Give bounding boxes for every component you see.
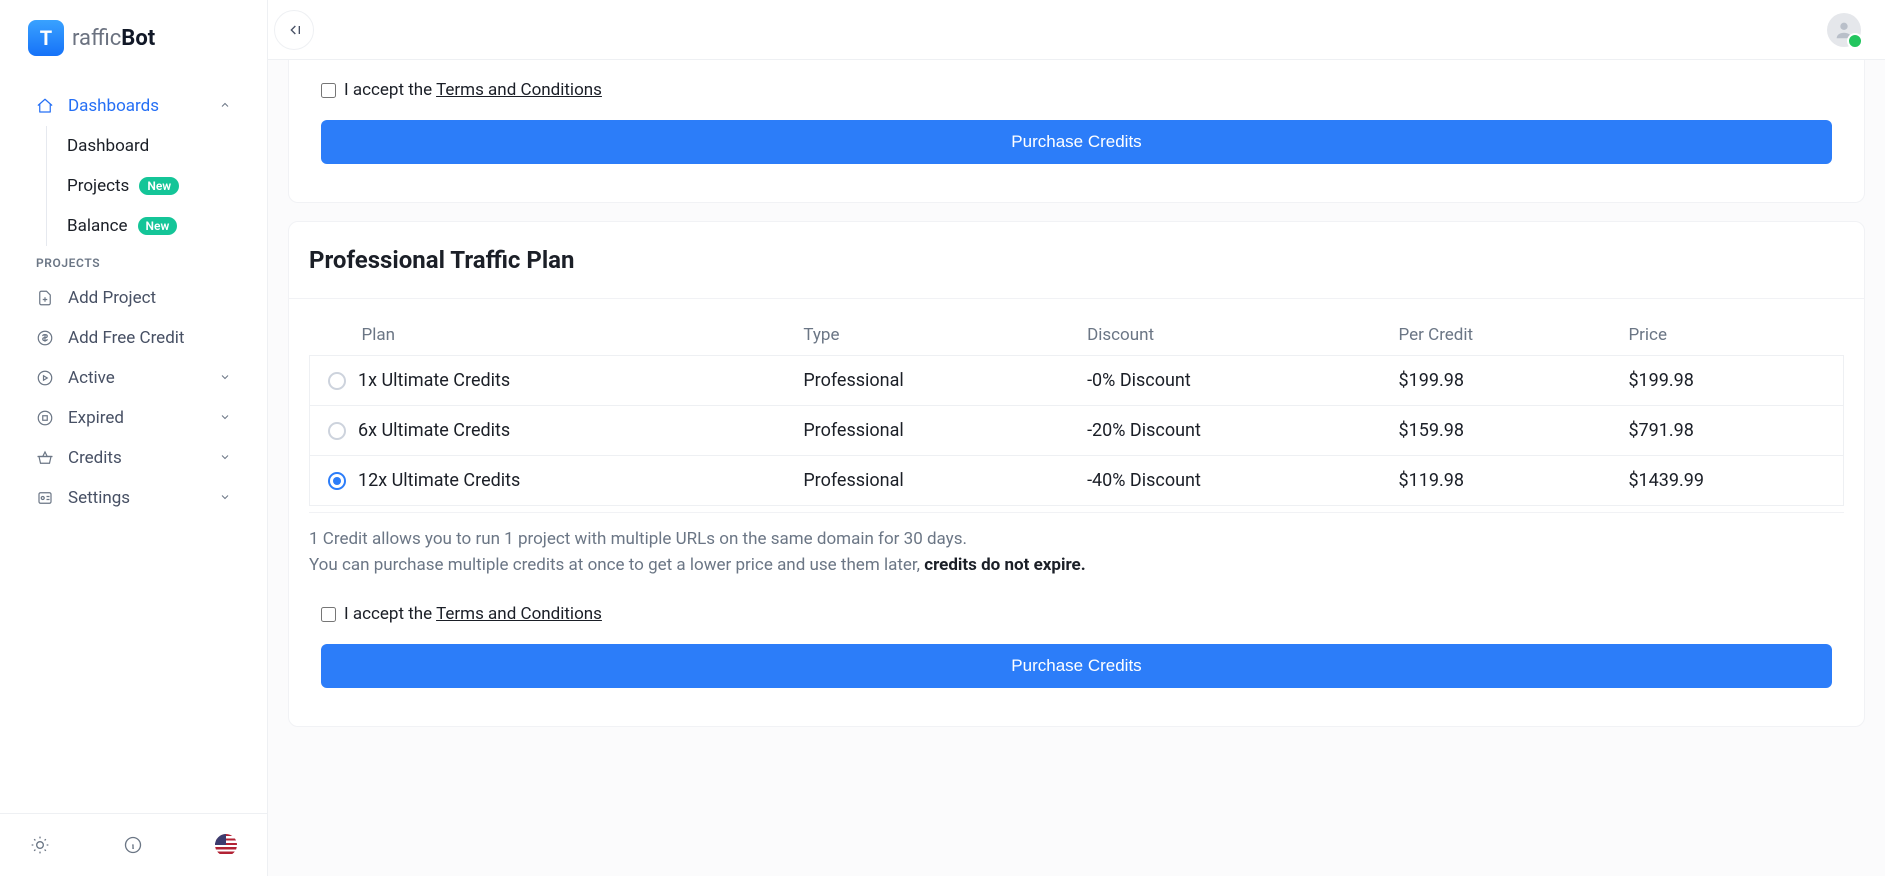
plan-discount: -0% Discount <box>1069 356 1380 406</box>
card-title: Professional Traffic Plan <box>289 222 1864 299</box>
sidebar-item-balance[interactable]: Balance New <box>47 206 267 246</box>
professional-plan-card: Professional Traffic Plan Plan Type Disc… <box>288 221 1865 727</box>
dollar-circle-icon <box>36 329 54 347</box>
plan-per-credit: $199.98 <box>1381 356 1611 406</box>
language-flag-icon[interactable] <box>215 834 237 856</box>
chevron-down-icon <box>219 491 231 506</box>
purchase-credits-button[interactable]: Purchase Credits <box>321 120 1832 164</box>
plan-name: 1x Ultimate Credits <box>358 370 510 391</box>
home-icon <box>36 97 54 115</box>
main-content: I accept the Terms and Conditions Purcha… <box>268 60 1885 876</box>
credit-info: 1 Credit allows you to run 1 project wit… <box>309 512 1844 584</box>
plan-row[interactable]: 12x Ultimate Credits Professional-40% Dis… <box>310 456 1844 506</box>
terms-accept-row[interactable]: I accept the Terms and Conditions <box>309 584 1844 644</box>
terms-checkbox[interactable] <box>321 83 336 98</box>
logo-badge: T <box>28 20 64 56</box>
user-avatar[interactable] <box>1827 13 1861 47</box>
plan-type: Professional <box>785 456 1069 506</box>
plan-per-credit: $119.98 <box>1381 456 1611 506</box>
new-badge: New <box>139 177 179 195</box>
sidebar-collapse-button[interactable] <box>274 10 314 50</box>
sidebar-item-expired[interactable]: Expired <box>0 398 267 438</box>
sidebar-item-projects[interactable]: Projects New <box>47 166 267 206</box>
nav-section-projects: PROJECTS <box>0 246 267 278</box>
plan-discount: -40% Discount <box>1069 456 1380 506</box>
terms-checkbox[interactable] <box>321 607 336 622</box>
col-price: Price <box>1610 319 1843 356</box>
plan-per-credit: $159.98 <box>1381 406 1611 456</box>
nav: Dashboards Dashboard Projects New Balanc… <box>0 76 267 813</box>
chevron-down-icon <box>219 411 231 426</box>
col-discount: Discount <box>1069 319 1380 356</box>
plan-radio[interactable] <box>328 372 346 390</box>
plan-price: $1439.99 <box>1610 456 1843 506</box>
sidebar-item-settings[interactable]: Settings <box>0 478 267 518</box>
plan-card-previous-tail: I accept the Terms and Conditions Purcha… <box>288 60 1865 203</box>
plan-price: $791.98 <box>1610 406 1843 456</box>
sidebar-item-dashboard[interactable]: Dashboard <box>47 126 267 166</box>
sidebar: T rafficBot Dashboards Dashboard Project… <box>0 0 268 876</box>
plan-row[interactable]: 6x Ultimate Credits Professional-20% Disc… <box>310 406 1844 456</box>
id-card-icon <box>36 489 54 507</box>
plan-row[interactable]: 1x Ultimate Credits Professional-0% Disco… <box>310 356 1844 406</box>
nav-dashboards-sub: Dashboard Projects New Balance New <box>46 126 267 246</box>
terms-link[interactable]: Terms and Conditions <box>436 80 602 100</box>
sidebar-footer <box>0 813 267 876</box>
plan-name: 12x Ultimate Credits <box>358 470 520 491</box>
chevron-down-icon <box>219 371 231 386</box>
plan-radio[interactable] <box>328 472 346 490</box>
new-badge: New <box>138 217 178 235</box>
sidebar-item-active[interactable]: Active <box>0 358 267 398</box>
chevron-up-icon <box>219 99 231 114</box>
sidebar-item-credits[interactable]: Credits <box>0 438 267 478</box>
plan-type: Professional <box>785 356 1069 406</box>
col-plan: Plan <box>310 319 786 356</box>
theme-toggle-icon[interactable] <box>30 835 50 855</box>
terms-link[interactable]: Terms and Conditions <box>436 604 602 624</box>
file-plus-icon <box>36 289 54 307</box>
col-per-credit: Per Credit <box>1381 319 1611 356</box>
sidebar-item-add-project[interactable]: Add Project <box>0 278 267 318</box>
col-type: Type <box>785 319 1069 356</box>
stop-circle-icon <box>36 409 54 427</box>
plan-price: $199.98 <box>1610 356 1843 406</box>
logo[interactable]: T rafficBot <box>0 0 267 76</box>
play-circle-icon <box>36 369 54 387</box>
nav-dashboards[interactable]: Dashboards <box>0 86 267 126</box>
plan-table: Plan Type Discount Per Credit Price 1x U… <box>309 319 1844 506</box>
topbar <box>268 0 1885 60</box>
basket-icon <box>36 449 54 467</box>
plan-name: 6x Ultimate Credits <box>358 420 510 441</box>
info-icon[interactable] <box>123 835 143 855</box>
nav-label: Dashboards <box>68 96 159 116</box>
plan-type: Professional <box>785 406 1069 456</box>
plan-discount: -20% Discount <box>1069 406 1380 456</box>
sidebar-item-add-free-credit[interactable]: Add Free Credit <box>0 318 267 358</box>
purchase-credits-button[interactable]: Purchase Credits <box>321 644 1832 688</box>
terms-accept-row[interactable]: I accept the Terms and Conditions <box>309 60 1844 120</box>
chevron-down-icon <box>219 451 231 466</box>
plan-radio[interactable] <box>328 422 346 440</box>
